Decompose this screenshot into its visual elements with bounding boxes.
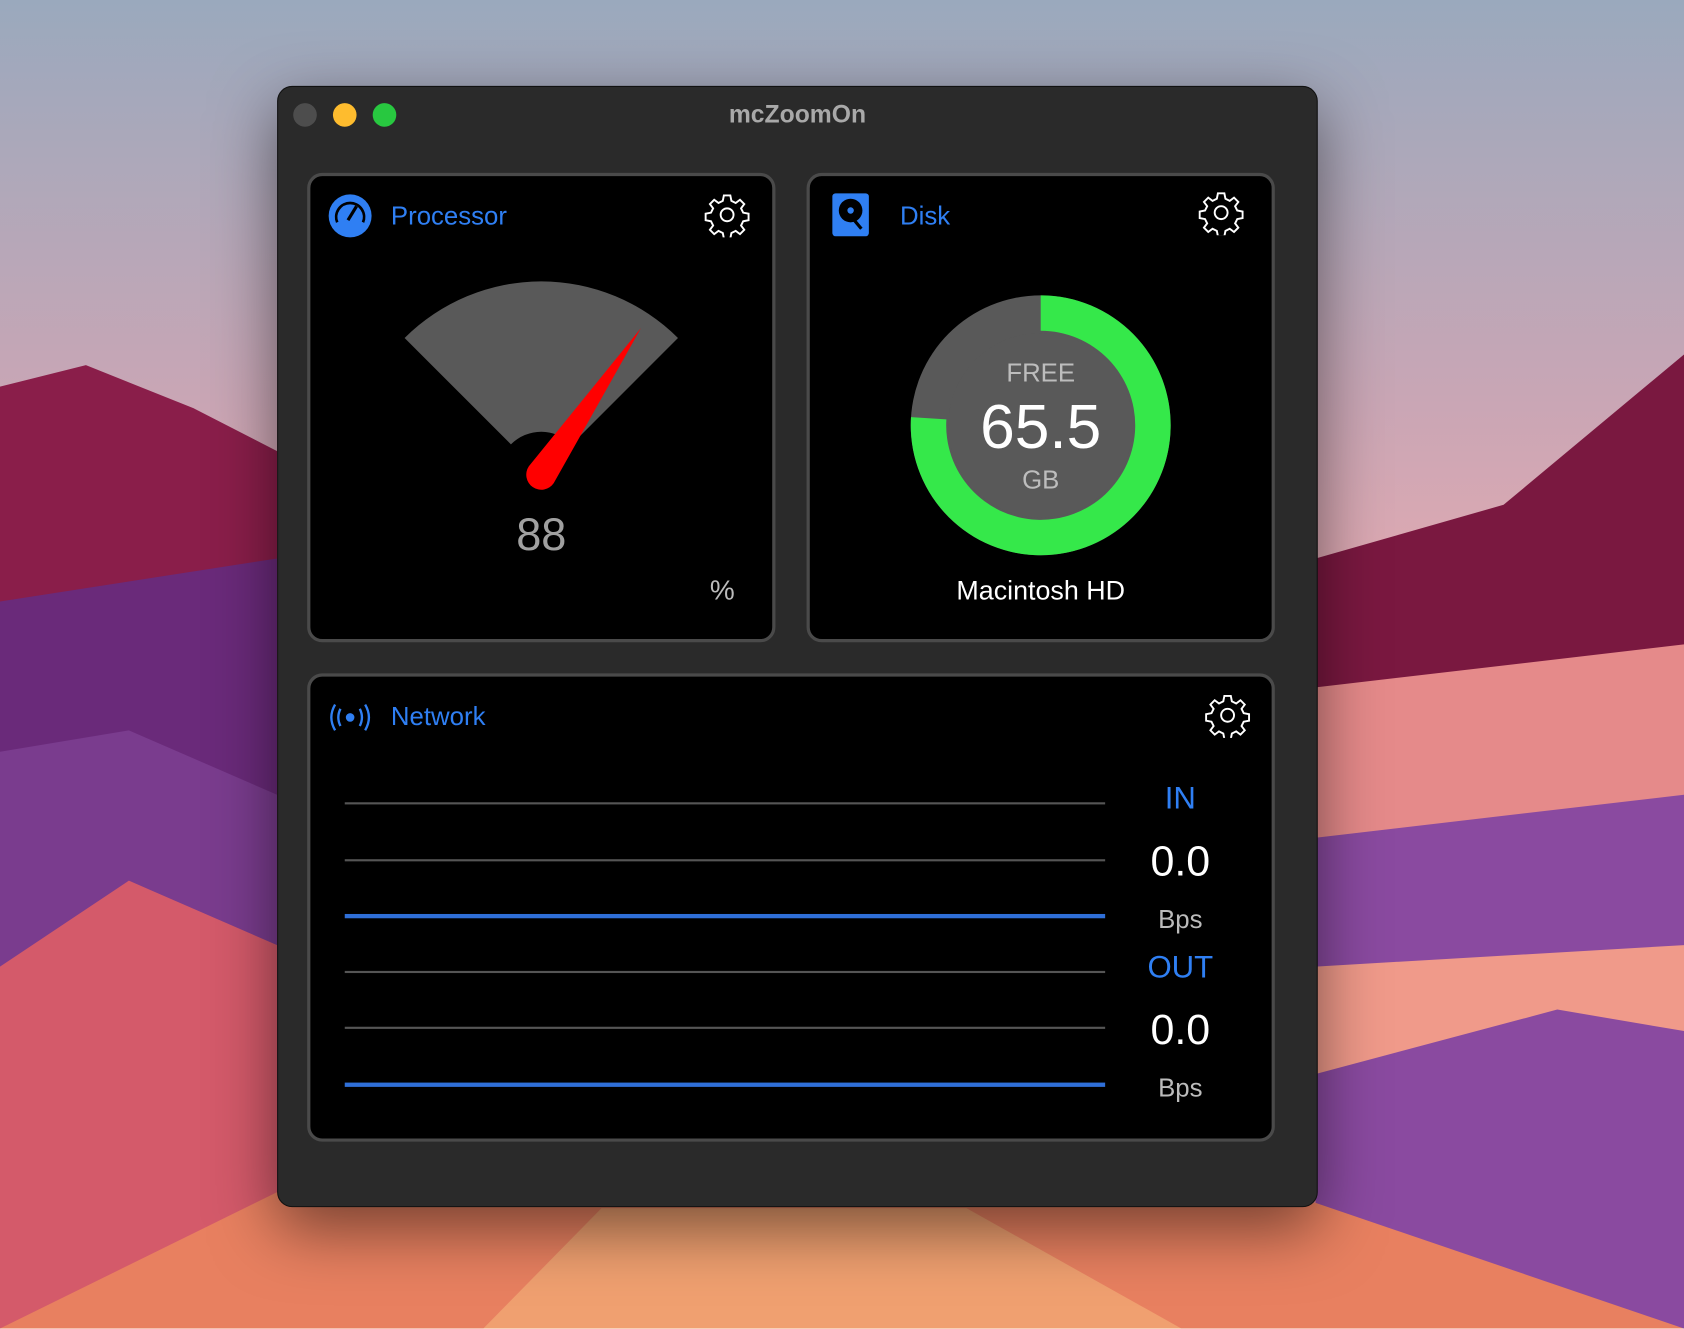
in-value: 0.0 <box>1150 837 1211 885</box>
cpu-value: 88 <box>516 509 567 560</box>
in-label: IN <box>1164 781 1196 817</box>
in-unit: Bps <box>1158 905 1203 935</box>
gauge-sector <box>404 281 678 445</box>
out-graph-gridline <box>344 970 1106 974</box>
out-value: 0.0 <box>1150 1006 1211 1054</box>
processor-panel: Processor 88 % <box>307 172 776 643</box>
antenna-icon <box>330 703 371 731</box>
cpu-gauge <box>404 281 678 490</box>
out-label: OUT <box>1147 950 1214 985</box>
disk-panel: Disk FREE 65.5 GB Macintosh HD <box>806 172 1275 643</box>
disk-free-value: 65.5 <box>980 392 1102 462</box>
network-title: Network <box>390 702 486 732</box>
in-graph-gridline <box>344 802 1106 805</box>
window-title: mcZoomOn <box>728 99 867 128</box>
disk-volume-name: Macintosh HD <box>956 575 1126 606</box>
cpu-unit: % <box>709 573 735 606</box>
out-traffic-line <box>344 1082 1106 1087</box>
in-traffic-line <box>344 913 1106 919</box>
disk-free-unit: GB <box>1022 466 1060 496</box>
out-graph-gridline <box>344 1026 1106 1029</box>
network-settings-gear-icon[interactable] <box>1205 693 1251 738</box>
out-unit: Bps <box>1158 1074 1203 1103</box>
disk-free-label: FREE <box>1006 358 1076 388</box>
network-panel: Network IN 0.0 Bps OUT 0.0 Bps <box>307 673 1275 1142</box>
app-window: mcZoomOn Processor 88 % Disk FREE 65.5 G… <box>277 85 1318 1208</box>
in-graph-gridline <box>344 859 1106 862</box>
